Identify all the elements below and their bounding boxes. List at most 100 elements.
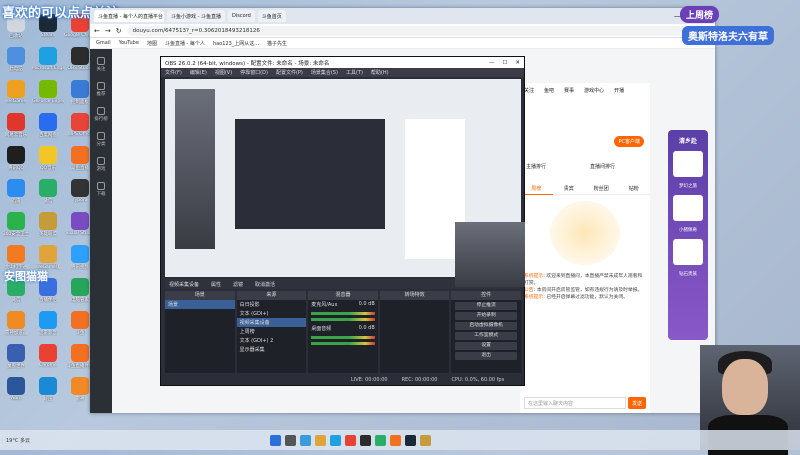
preview-nested-obs — [235, 119, 385, 229]
wechat-icon[interactable] — [375, 434, 386, 446]
desktop-icon[interactable]: QQ音乐 — [32, 146, 64, 179]
widget-card[interactable] — [673, 239, 703, 265]
live-rank-label[interactable]: 直播间排行 — [590, 163, 615, 170]
source-item[interactable]: 白日投影 — [237, 300, 307, 309]
desktop-icon[interactable]: 360安全卫士 — [0, 212, 32, 245]
desktop-icon[interactable]: Microsoft Edge — [32, 47, 64, 80]
douyu-icon[interactable] — [390, 434, 401, 446]
source-item[interactable]: 文本 (GDI+) — [237, 309, 307, 318]
desktop-icon[interactable]: 百度网盘 — [32, 113, 64, 146]
deactivate-button[interactable]: 取消激活 — [255, 281, 275, 288]
top-icon-label[interactable]: 开播 — [614, 87, 624, 94]
top-icon-label[interactable]: 鱼吧 — [544, 87, 554, 94]
minimize-icon[interactable]: — — [489, 60, 495, 66]
virtual-camera-button[interactable]: 启动虚拟摄像机 — [455, 322, 517, 330]
rail-item[interactable]: 分类 — [97, 132, 106, 147]
game-icon[interactable] — [420, 434, 431, 446]
url-field[interactable]: douyu.com/647513?_r=0.3062018493218126 — [126, 25, 688, 36]
volume-slider[interactable] — [311, 318, 375, 321]
file-explorer-icon[interactable] — [315, 434, 326, 446]
rank-tab[interactable]: 贵宾 — [552, 183, 585, 195]
gift-side-widget: 清乡赴 梦幻之旅 小猪佩奇 钻石贵族 — [668, 130, 708, 340]
top-icon-label[interactable]: 游戏中心 — [584, 87, 604, 94]
menu-item[interactable]: 场景集合(S) — [311, 69, 338, 76]
rank-tab[interactable]: 钻粉 — [617, 183, 650, 195]
menu-item[interactable]: 配置文件(P) — [276, 69, 303, 76]
menu-item[interactable]: 视图(V) — [215, 69, 232, 76]
desktop-icon[interactable]: 迅雷影音 — [32, 311, 64, 344]
filters-button[interactable]: 滤镜 — [233, 281, 243, 288]
top-icon-label[interactable]: 赛事 — [564, 87, 574, 94]
weather-widget[interactable]: 19°C 多云 — [0, 437, 150, 444]
desktop-icon[interactable]: WeGame — [0, 80, 32, 113]
start-icon[interactable] — [270, 434, 281, 446]
menu-item[interactable]: 编辑(E) — [190, 69, 207, 76]
bookmark[interactable]: YouTube — [119, 40, 139, 46]
menu-item[interactable]: 帮助(H) — [371, 69, 389, 76]
desktop-icon[interactable]: 好压 — [32, 377, 64, 410]
task-view-icon[interactable] — [300, 434, 311, 446]
pc-client-button[interactable]: PC客户端 — [614, 136, 644, 147]
chrome-icon[interactable] — [345, 434, 356, 446]
close-icon[interactable]: ✕ — [515, 60, 520, 66]
source-item[interactable]: 显示器采集 — [237, 345, 307, 354]
rail-item[interactable]: 游戏 — [97, 157, 106, 172]
top-icon-label[interactable]: 关注 — [524, 87, 534, 94]
studio-mode-button[interactable]: 工作室模式 — [455, 332, 517, 340]
bookmark[interactable]: 斗鱼直播 - 每个人 — [165, 40, 205, 47]
menu-item[interactable]: 文件(F) — [165, 69, 182, 76]
start-recording-button[interactable]: 开始录制 — [455, 312, 517, 320]
forward-icon[interactable]: → — [105, 27, 111, 35]
steam-icon[interactable] — [405, 434, 416, 446]
app-icon — [71, 311, 89, 329]
browser-tab[interactable]: 斗鱼首页 — [257, 10, 286, 22]
desktop-icon[interactable]: 微信 — [32, 179, 64, 212]
desktop-icon[interactable]: GeForce Experience — [32, 80, 64, 113]
chat-input[interactable]: 在这里输入聊天内容 — [524, 397, 626, 409]
maximize-icon[interactable]: ☐ — [502, 60, 507, 66]
source-item[interactable]: 视频采集设备 — [236, 318, 307, 327]
rank-tab[interactable]: 粉丝团 — [585, 183, 618, 195]
settings-button[interactable]: 设置 — [455, 342, 517, 350]
send-button[interactable]: 发送 — [628, 397, 646, 409]
widget-card[interactable] — [673, 195, 703, 221]
widget-card[interactable] — [673, 151, 703, 177]
desktop-icon[interactable]: 雷神加速器 — [0, 311, 32, 344]
desktop-icon[interactable]: Chrome — [32, 344, 64, 377]
bookmark[interactable]: 猫子先生 — [267, 40, 287, 47]
desktop-icon[interactable]: 此电脑 — [0, 47, 32, 80]
back-icon[interactable]: ← — [94, 27, 100, 35]
stop-streaming-button[interactable]: 停止推流 — [455, 302, 517, 310]
rail-item[interactable]: 下载 — [97, 182, 106, 197]
source-item[interactable]: 上周榜 — [237, 327, 307, 336]
desktop-icon[interactable]: 魔兽世界 — [0, 344, 32, 377]
bookmark[interactable]: 地图 — [147, 40, 157, 47]
exit-button[interactable]: 退出 — [455, 352, 517, 360]
browser-tab[interactable]: Discord — [227, 10, 255, 22]
desktop-icon[interactable]: 英雄联盟 — [32, 212, 64, 245]
menu-item[interactable]: 停靠窗口(D) — [240, 69, 268, 76]
rail-item[interactable]: 关注 — [97, 57, 106, 72]
search-icon[interactable] — [285, 434, 296, 446]
obs-icon[interactable] — [360, 434, 371, 446]
bookmark[interactable]: Gmail — [96, 40, 111, 46]
source-item[interactable]: 文本 (GDI+) 2 — [237, 336, 307, 345]
follow-rank-label[interactable]: 主播排行 — [526, 163, 546, 170]
menu-item[interactable]: 工具(T) — [346, 69, 363, 76]
volume-slider[interactable] — [311, 342, 375, 345]
rail-item[interactable]: 推荐 — [97, 82, 106, 97]
browser-tab[interactable]: 斗鱼小游戏 - 斗鱼直播 — [167, 10, 225, 22]
edge-icon[interactable] — [330, 434, 341, 446]
desktop-icon[interactable]: 迅雷 — [0, 179, 32, 212]
scene-item[interactable]: 场景 — [165, 300, 235, 309]
desktop-icon[interactable]: 网易云音乐 — [0, 113, 32, 146]
bookmark[interactable]: hao123_上网从这... — [213, 40, 259, 47]
browser-tab[interactable]: 斗鱼直播 - 每个人的直播平台 — [94, 10, 164, 22]
rec-timer: REC: 00:00:00 — [401, 377, 438, 383]
rail-item[interactable]: 排行榜 — [94, 107, 108, 122]
reload-icon[interactable]: ↻ — [116, 27, 122, 35]
properties-button[interactable]: 属性 — [211, 281, 221, 288]
dock-header: 场景 — [165, 291, 235, 300]
desktop-icon[interactable]: Word — [0, 377, 32, 410]
desktop-icon[interactable]: 腾讯QQ — [0, 146, 32, 179]
